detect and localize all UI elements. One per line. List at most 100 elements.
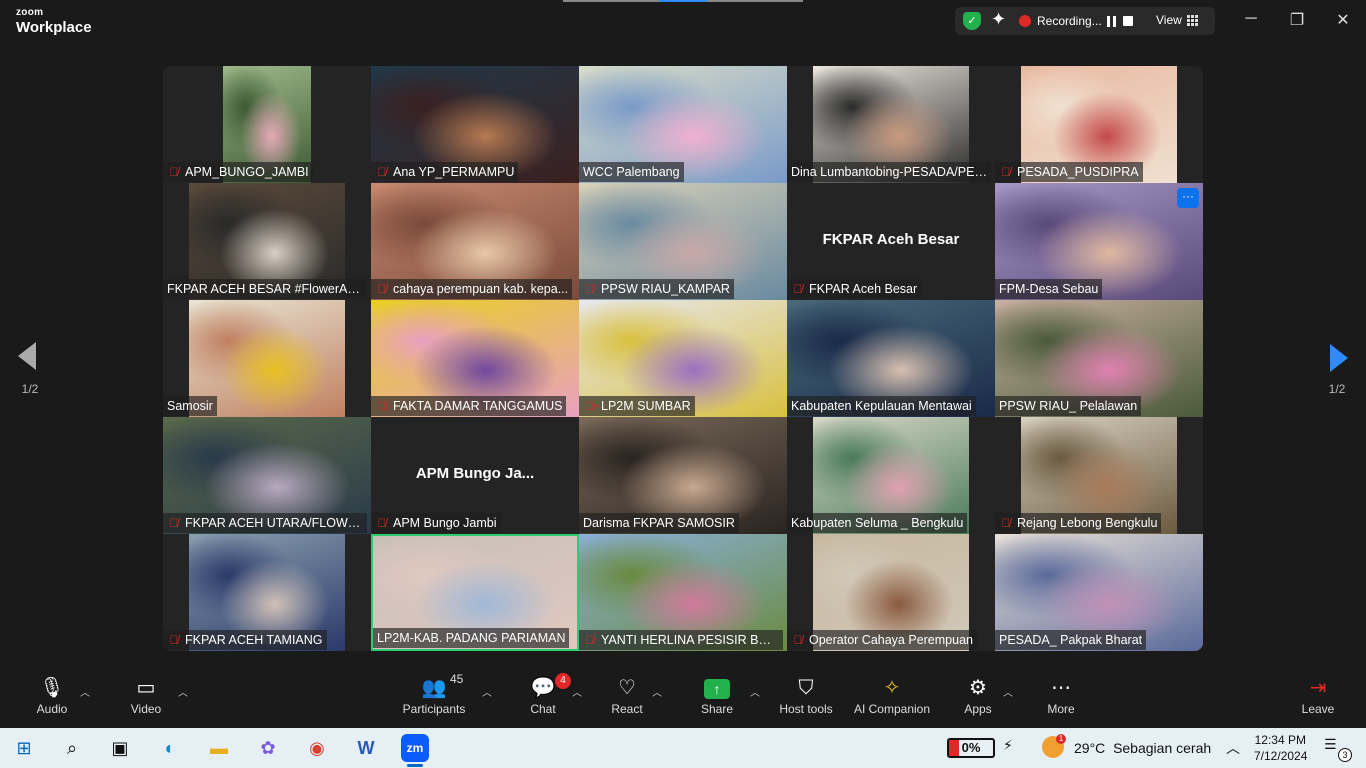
participant-tile[interactable]: LP2M-KAB. PADANG PARIAMAN [371, 534, 579, 651]
apps-label: Apps [964, 702, 992, 716]
muted-microphone-icon: 🎙̸ [793, 282, 803, 296]
weather-description: Sebagian cerah [1113, 740, 1212, 756]
participant-name: FKPAR Aceh Besar [809, 282, 918, 296]
participant-name: APM Bungo Jambi [393, 516, 497, 530]
participant-tile[interactable]: 🎙̸ Ana YP_PERMAMPU [371, 66, 579, 183]
chat-options-chevron-icon[interactable]: ︿ [572, 684, 582, 699]
share-label: Share [700, 702, 734, 716]
participant-tile[interactable]: WCC Palembang [579, 66, 787, 183]
system-clock[interactable]: 12:34 PM 7/12/2024 [1254, 732, 1308, 764]
pause-recording-icon[interactable] [1107, 16, 1116, 27]
participant-name-tag: PESADA_ Pakpak Bharat [995, 630, 1147, 650]
host-tools-label: Host tools [779, 702, 833, 716]
participant-tile[interactable]: Kabupaten Seluma _ Bengkulu [787, 417, 995, 534]
muted-microphone-icon: 🎙̸ [377, 516, 387, 530]
edge-browser-icon[interactable]: ◐ [156, 734, 184, 762]
copilot-icon[interactable]: ✿ [254, 734, 282, 762]
windows-start-icon[interactable]: ⊞ [10, 734, 38, 762]
apps-button[interactable]: ⚙ Apps [958, 674, 998, 724]
participant-tile[interactable]: PESADA_ Pakpak Bharat [995, 534, 1203, 651]
task-view-icon[interactable]: ▣ [106, 734, 134, 762]
chat-button[interactable]: 💬 4 Chat [523, 673, 571, 724]
participant-tile[interactable]: ··· FPM-Desa Sebau [995, 183, 1203, 300]
share-options-chevron-icon[interactable]: ︿ [750, 684, 760, 699]
more-dots-icon: ⋯ [1051, 677, 1071, 699]
leave-label: Leave [1301, 702, 1335, 716]
grid-view-icon[interactable] [1187, 15, 1198, 26]
participant-name-tag: Kabupaten Seluma _ Bengkulu [787, 513, 968, 533]
clock-date: 7/12/2024 [1254, 749, 1308, 763]
notification-count-badge: 3 [1338, 748, 1352, 762]
audio-label: Audio [36, 702, 68, 716]
participant-tile[interactable]: FKPAR ACEH BESAR #FlowerAceh... [163, 183, 371, 300]
zoom-app-icon[interactable]: zm [401, 734, 429, 767]
participant-tile[interactable]: APM Bungo Ja... 🎙̸ APM Bungo Jambi [371, 417, 579, 534]
battery-indicator[interactable]: 0% [947, 738, 995, 758]
audio-button[interactable]: 🎙 Audio [30, 674, 74, 724]
participant-tile[interactable]: PPSW RIAU_ Pelalawan [995, 300, 1203, 417]
muted-microphone-icon: 🎙̸ [377, 165, 387, 179]
participant-name-tag: Kabupaten Kepulauan Mentawai [787, 396, 976, 416]
react-options-chevron-icon[interactable]: ︿ [652, 684, 662, 699]
share-button[interactable]: ↑ Share [695, 674, 739, 724]
weather-widget[interactable]: 29°C Sebagian cerah [1074, 740, 1211, 756]
participant-tile[interactable]: 🎙̸ APM_BUNGO_JAMBI [163, 66, 371, 183]
previous-page-arrow-icon[interactable] [18, 342, 36, 370]
restore-button[interactable]: ❐ [1287, 10, 1307, 30]
system-tray-chevron-icon[interactable]: ︿ [1226, 738, 1240, 758]
view-button[interactable]: View [1156, 13, 1182, 27]
more-button[interactable]: ⋯ More [1041, 674, 1081, 724]
participant-tile[interactable]: 🎙̸ PPSW RIAU_KAMPAR [579, 183, 787, 300]
participant-name-tag: 🎙̸ Operator Cahaya Perempuan [787, 630, 977, 650]
participant-tile[interactable]: 🎙̸ YANTI HERLINA PESISIR BARAT [579, 534, 787, 651]
audio-options-chevron-icon[interactable]: ︿ [80, 684, 90, 699]
participant-tile[interactable]: Kabupaten Kepulauan Mentawai [787, 300, 995, 417]
ai-companion-sparkle-icon[interactable]: ✦ [991, 9, 1006, 30]
video-camera-icon: ▭ [136, 677, 156, 699]
participant-tile[interactable]: FKPAR Aceh Besar 🎙̸ FKPAR Aceh Besar [787, 183, 995, 300]
apps-options-chevron-icon[interactable]: ︿ [1003, 684, 1013, 699]
muted-microphone-icon: 🎙̸ [169, 633, 179, 647]
video-options-chevron-icon[interactable]: ︿ [178, 684, 188, 699]
word-icon[interactable]: W [352, 734, 380, 762]
participant-tile[interactable]: Samosir [163, 300, 371, 417]
host-tools-button[interactable]: ⛉ Host tools [776, 674, 836, 724]
participant-tile[interactable]: Darisma FKPAR SAMOSIR [579, 417, 787, 534]
chrome-browser-icon[interactable]: ◉ [303, 734, 331, 762]
minimize-button[interactable]: ─ [1241, 10, 1261, 28]
next-page-arrow-icon[interactable] [1330, 344, 1348, 372]
participants-options-chevron-icon[interactable]: ︿ [482, 684, 492, 699]
participant-tile[interactable]: 🎙̸ Rejang Lebong Bengkulu [995, 417, 1203, 534]
search-icon[interactable]: ⌕ [58, 734, 86, 762]
clock-time: 12:34 PM [1254, 733, 1306, 747]
participant-name: LP2M SUMBAR [601, 399, 691, 413]
brand-name: Workplace [16, 19, 92, 36]
brand-top: zoom [16, 7, 44, 18]
participant-tile[interactable]: 🎙̸ Operator Cahaya Perempuan [787, 534, 995, 651]
participant-name: Kabupaten Kepulauan Mentawai [791, 399, 972, 413]
stop-recording-icon[interactable] [1123, 16, 1133, 26]
participant-tile[interactable]: 🎙̸ FKPAR ACEH UTARA/FLOWER ... [163, 417, 371, 534]
participant-display-name: APM Bungo Ja... [415, 465, 535, 482]
video-gallery: 🎙̸ APM_BUNGO_JAMBI 🎙̸ Ana YP_PERMAMPU WCC Pa… [163, 66, 1203, 651]
participant-tile[interactable]: 🎙̸ PESADA_PUSDIPRA [995, 66, 1203, 183]
encryption-shield-icon[interactable]: ✓ [963, 12, 981, 30]
chat-bubble-icon: 💬 4 [523, 673, 571, 702]
participant-tile[interactable]: 🎙̸ LP2M SUMBAR [579, 300, 787, 417]
video-button[interactable]: ▭ Video [124, 674, 168, 724]
participant-tile[interactable]: 🎙̸ cahaya perempuan kab. kepa... [371, 183, 579, 300]
tile-more-options-icon[interactable]: ··· [1177, 188, 1199, 208]
ai-companion-button[interactable]: ✧ AI Companion [850, 674, 934, 724]
close-button[interactable]: ✕ [1333, 10, 1353, 30]
file-explorer-icon[interactable]: ▬ [205, 734, 233, 762]
participant-name-tag: 🎙̸ FKPAR Aceh Besar [787, 279, 922, 299]
participant-tile[interactable]: Dina Lumbantobing-PESADA/PER... [787, 66, 995, 183]
participant-name-tag: 🎙̸ YANTI HERLINA PESISIR BARAT [579, 630, 783, 650]
notification-center-icon[interactable]: ☰ 3 [1324, 736, 1352, 762]
participant-name: Dina Lumbantobing-PESADA/PER... [791, 165, 991, 179]
participant-tile[interactable]: 🎙̸ FAKTA DAMAR TANGGAMUS [371, 300, 579, 417]
participant-tile[interactable]: 🎙̸ FKPAR ACEH TAMIANG [163, 534, 371, 651]
leave-button[interactable]: ⇥ Leave [1298, 674, 1338, 724]
react-button[interactable]: ♡ React [605, 674, 649, 724]
participant-name-tag: 🎙̸ PESADA_PUSDIPRA [995, 162, 1143, 182]
